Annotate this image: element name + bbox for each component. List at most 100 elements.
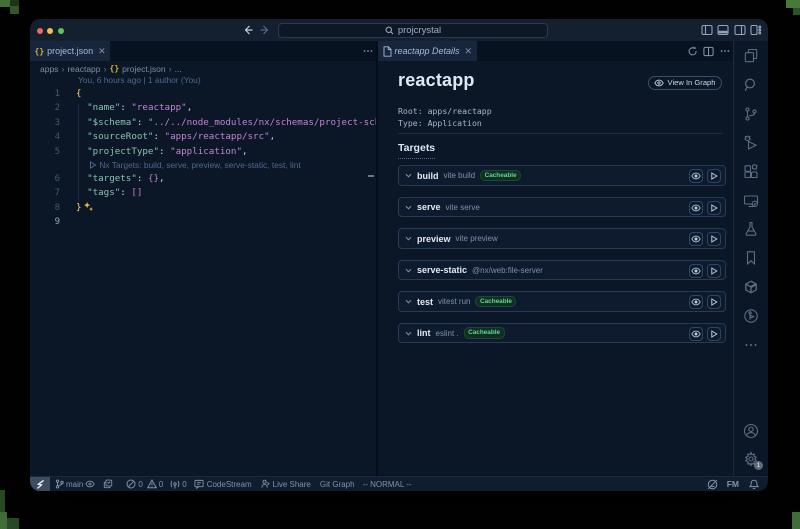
run-target-button[interactable] (707, 264, 721, 278)
view-target-button[interactable] (689, 295, 703, 309)
chevron-down-icon[interactable] (405, 205, 412, 210)
gitlens-icon[interactable] (743, 308, 759, 324)
search-icon[interactable] (743, 77, 759, 93)
view-target-button[interactable] (689, 327, 703, 341)
split-editor-icon[interactable] (703, 46, 714, 57)
run-target-button[interactable] (707, 201, 721, 215)
nx-targets-codelens[interactable]: Nx Targets: build, serve, preview, serve… (89, 159, 301, 172)
testing-icon[interactable] (743, 221, 759, 237)
run-target-button[interactable] (707, 295, 721, 309)
bell-icon (749, 479, 759, 490)
zoom-window-button[interactable] (58, 28, 64, 34)
sparkle-icon[interactable] (83, 201, 94, 212)
navigate-forward-icon[interactable] (259, 24, 271, 36)
target-row-lint[interactable]: linteslint .Cacheable (398, 323, 726, 344)
run-target-button[interactable] (707, 232, 721, 246)
code-line[interactable]: 6 "targets": {}, (30, 172, 376, 187)
close-tab-icon[interactable]: ✕ (465, 46, 473, 57)
broadcast-status-item[interactable]: 0 (170, 479, 186, 489)
breadcrumb-symbol[interactable]: ... (175, 64, 182, 74)
breadcrumb-file[interactable]: project.json (122, 64, 165, 74)
code-line[interactable]: 2 "name": "reactapp", (30, 101, 376, 116)
chevron-down-icon[interactable] (405, 173, 412, 178)
codestream-label: CodeStream (207, 480, 252, 489)
live-share-status-item[interactable]: Live Share (260, 479, 311, 489)
target-row-preview[interactable]: previewvite preview (398, 228, 726, 249)
chevron-down-icon[interactable] (405, 299, 412, 304)
tab-project-json[interactable]: {} project.json ✕ (30, 41, 110, 61)
codelens-line[interactable]: Nx Targets: build, serve, preview, serve… (30, 159, 376, 172)
view-target-button[interactable] (689, 169, 703, 183)
codestream-icon (194, 479, 204, 489)
chevron-down-icon[interactable] (405, 268, 412, 273)
view-target-button[interactable] (689, 264, 703, 278)
target-command: vite preview (456, 234, 498, 243)
account-icon[interactable] (743, 423, 759, 439)
nx-console-icon[interactable] (743, 279, 759, 295)
run-debug-icon[interactable] (743, 135, 759, 151)
close-tab-icon[interactable]: ✕ (98, 46, 106, 57)
blame-line[interactable]: You, 6 hours ago | 1 author (You) (30, 76, 376, 87)
command-center-search[interactable]: projcrystal (278, 23, 548, 38)
refresh-icon[interactable] (687, 46, 698, 57)
toggle-sidebar-icon[interactable] (701, 24, 713, 36)
left-tab-bar: {} project.json ✕ (30, 41, 376, 61)
codestream-status-item[interactable]: CodeStream (194, 479, 252, 489)
target-row-test[interactable]: testvitest runCacheable (398, 291, 726, 312)
branch-status-item[interactable]: main (55, 479, 95, 489)
close-window-button[interactable] (37, 28, 43, 34)
toggle-panel-icon[interactable] (717, 24, 729, 36)
breadcrumb-reactapp[interactable]: reactapp (67, 64, 100, 74)
explorer-icon[interactable] (743, 48, 759, 64)
code-line[interactable]: 7 "tags": [] (30, 186, 376, 201)
gitlens-status-item[interactable] (103, 479, 113, 489)
wallpaper-accent (786, 0, 800, 8)
remote-explorer-icon[interactable] (743, 193, 759, 209)
view-target-button[interactable] (689, 201, 703, 215)
code-line[interactable]: 3 "$schema": "../../node_modules/nx/sche… (30, 116, 376, 131)
bookmarks-icon[interactable] (743, 250, 759, 266)
run-target-button[interactable] (707, 169, 721, 183)
target-row-build[interactable]: buildvite buildCacheable (398, 165, 726, 186)
chevron-down-icon[interactable] (405, 331, 412, 336)
chevron-right-icon: › (61, 64, 64, 74)
run-target-button[interactable] (707, 327, 721, 341)
target-command: vite serve (446, 203, 480, 212)
fm-status-item[interactable]: FM (727, 479, 739, 489)
breadcrumb-apps[interactable]: apps (40, 64, 58, 74)
more-views-icon[interactable] (744, 338, 758, 352)
gitlens-blame-lens[interactable]: You, 6 hours ago | 1 author (You) (78, 76, 201, 87)
feedback-status-item[interactable] (707, 479, 718, 490)
target-row-serve[interactable]: servevite serve (398, 197, 726, 218)
target-command: @nx/web:file-server (472, 266, 543, 275)
code-line[interactable]: 1{ (30, 87, 376, 102)
code-line[interactable]: 8} (30, 201, 376, 216)
tab-reactapp-details[interactable]: reactapp Details ✕ (378, 41, 477, 61)
targets-list: buildvite buildCacheable servevite serve p… (398, 165, 733, 343)
remote-indicator[interactable] (30, 477, 50, 492)
git-graph-status-item[interactable]: Git Graph (320, 480, 355, 489)
more-actions-icon[interactable] (362, 45, 374, 57)
vim-mode-status-item[interactable]: -- NORMAL -- (363, 480, 412, 489)
code-token: "projectType" (87, 146, 159, 157)
extensions-icon[interactable] (743, 164, 759, 180)
minimize-window-button[interactable] (47, 28, 53, 34)
breadcrumbs[interactable]: apps › reactapp › {} project.json › ... (30, 61, 376, 76)
code-text: "$schema": "../../node_modules/nx/schema… (76, 116, 376, 131)
view-target-button[interactable] (689, 232, 703, 246)
code-token: : (120, 102, 131, 113)
toggle-secondary-sidebar-icon[interactable] (734, 24, 746, 36)
problems-status-item[interactable]: 0 0 (126, 479, 163, 489)
navigate-back-icon[interactable] (242, 24, 254, 36)
code-line[interactable]: 9 (30, 215, 376, 230)
view-in-graph-button[interactable]: View In Graph (648, 76, 722, 90)
code-line[interactable]: 4 "sourceRoot": "apps/reactapp/src", (30, 130, 376, 145)
chevron-down-icon[interactable] (405, 236, 412, 241)
code-line[interactable]: 5 "projectType": "application", (30, 145, 376, 160)
code-editor[interactable]: You, 6 hours ago | 1 author (You)1{2 "na… (30, 76, 376, 476)
target-row-serve-static[interactable]: serve-static@nx/web:file-server (398, 260, 726, 281)
more-actions-icon[interactable] (719, 45, 731, 57)
notifications-status-item[interactable] (749, 479, 759, 490)
customize-layout-icon[interactable] (750, 24, 762, 36)
source-control-icon[interactable] (743, 106, 759, 122)
